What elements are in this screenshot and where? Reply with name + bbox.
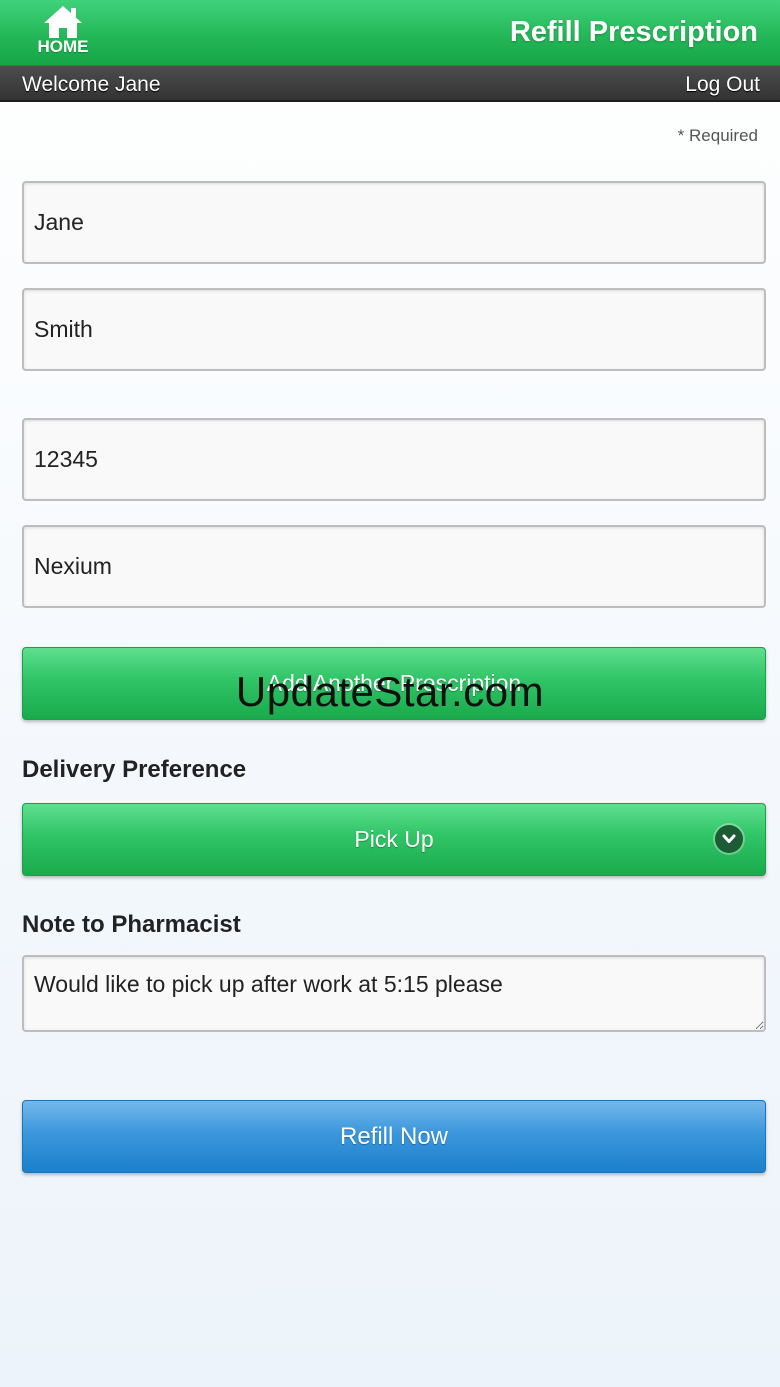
home-icon: [30, 4, 96, 40]
logout-link[interactable]: Log Out: [685, 73, 760, 97]
delivery-preference-label: Delivery Preference: [22, 756, 247, 783]
refill-now-button[interactable]: Refill Now: [22, 1100, 766, 1173]
first-name-field[interactable]: [22, 181, 766, 264]
note-to-pharmacist-field[interactable]: Would like to pick up after work at 5:15…: [22, 955, 766, 1032]
note-to-pharmacist-label: Note to Pharmacist: [22, 911, 241, 938]
add-prescription-button[interactable]: Add Another Prescription: [22, 647, 766, 720]
last-name-field[interactable]: [22, 288, 766, 371]
user-bar: Welcome Jane Log Out: [0, 66, 780, 102]
app-header: HOME Refill Prescription: [0, 0, 780, 66]
add-prescription-label: Add Another Prescription: [266, 670, 522, 696]
home-label: HOME: [37, 37, 89, 56]
required-note: * Required: [677, 126, 758, 145]
rx-number-field[interactable]: [22, 418, 766, 501]
medication-field[interactable]: [22, 525, 766, 608]
delivery-preference-select[interactable]: Pick Up: [22, 803, 766, 876]
welcome-text: Welcome Jane: [22, 73, 161, 96]
home-button[interactable]: HOME: [30, 4, 96, 64]
delivery-preference-value: Pick Up: [354, 826, 434, 852]
refill-now-label: Refill Now: [339, 1123, 449, 1150]
page-title: Refill Prescription: [509, 16, 758, 48]
chevron-down-icon: [715, 825, 743, 853]
